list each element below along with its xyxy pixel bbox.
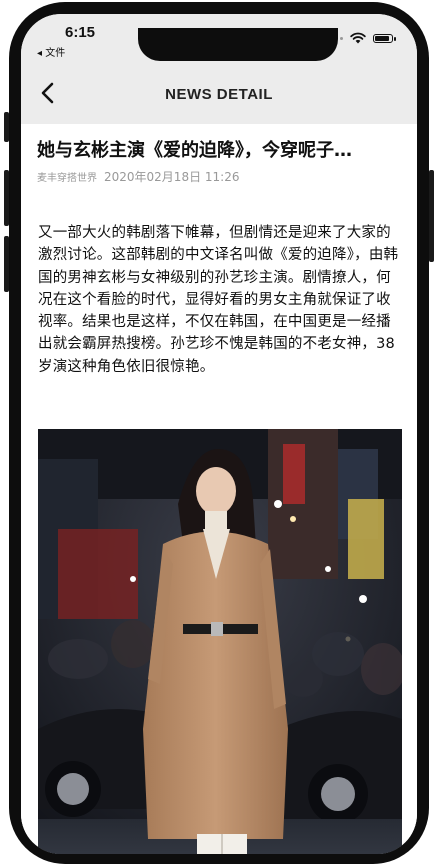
back-to-app-link[interactable]: ◂ 文件 (37, 44, 65, 59)
actress-photo-illustration (38, 429, 402, 854)
power-button (429, 170, 434, 262)
article-meta: 麦丰穿搭世界 2020年02月18日 11:26 (37, 168, 239, 185)
wifi-icon (350, 32, 366, 44)
article-source: 麦丰穿搭世界 (37, 173, 97, 184)
notch (138, 28, 338, 61)
status-time: 6:15 (65, 24, 96, 41)
article-content: 她与玄彬主演《爱的迫降》，今穿呢子… 麦丰穿搭世界 2020年02月18日 11… (21, 124, 417, 854)
article-body: 又一部大火的韩剧落下帷幕，但剧情还是迎来了大家的激烈讨论。这部韩剧的中文译名叫做… (38, 225, 399, 375)
volume-down-button (4, 236, 9, 292)
page-title: NEWS DETAIL (165, 86, 273, 103)
mute-switch (4, 112, 9, 142)
battery-icon (373, 33, 396, 43)
volume-up-button (4, 170, 9, 226)
nav-bar: NEWS DETAIL (21, 62, 417, 124)
article-title: 她与玄彬主演《爱的迫降》，今穿呢子… (37, 140, 352, 161)
article-photo (38, 429, 402, 854)
article-date: 2020年02月18日 11:26 (104, 170, 240, 184)
app-screen: 6:15 ◂ 文件 NEWS DETAIL 她与玄彬主演《爱的迫降》，今穿呢子…… (21, 14, 417, 854)
battery-level (375, 35, 389, 41)
